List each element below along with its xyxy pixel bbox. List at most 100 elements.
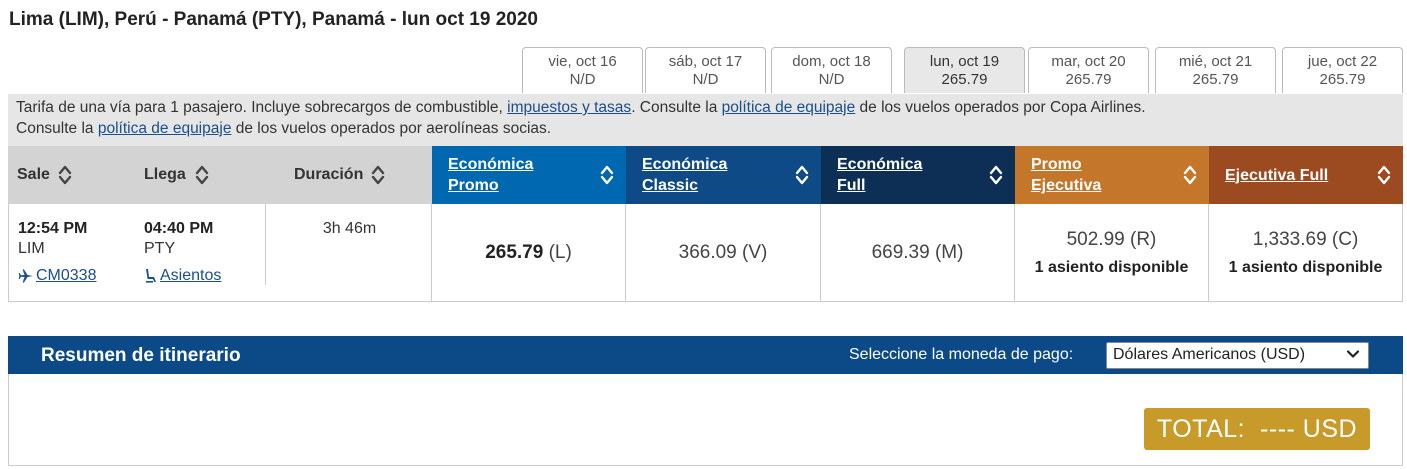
date-tab-day: dom, oct 18 [792,53,871,70]
date-tab-price: 265.79 [1065,71,1112,88]
date-tab-day: jue, oct 22 [1307,53,1378,70]
sale-header-label: Sale [17,166,50,183]
fare-header-economica-promo[interactable]: Económica Promo [432,146,626,204]
seat-icon [144,268,158,284]
arrive-time: 04:40 PM [144,220,214,237]
currency-select[interactable]: Dólares Americanos (USD) [1106,342,1369,369]
sort-icon [1377,163,1391,187]
sort-icon [195,163,209,187]
fare-header-economica-full[interactable]: Económica Full [821,146,1015,204]
fare-note-text: Tarifa de una vía para 1 pasajero. Inclu… [16,99,508,116]
date-tab-price: N/D [692,71,719,88]
fare-note: Tarifa de una vía para 1 pasajero. Inclu… [8,94,1403,146]
fare-note-text: de los vuelos operados por aerolíneas so… [231,120,552,137]
total-box: TOTAL: ---- USD [1144,408,1370,450]
date-tab-price: 265.79 [1192,71,1239,88]
fare-price: 366.09 (V) [678,241,768,263]
fare-class: (L) [543,241,572,263]
date-tab-oct16[interactable]: vie, oct 16 N/D [522,47,643,93]
depart-code: LIM [18,240,45,257]
itinerary-summary-bar: Resumen de itinerario Seleccione la mone… [8,336,1403,374]
date-tab-oct20[interactable]: mar, oct 20 265.79 [1028,47,1149,93]
sort-llega-header[interactable]: Llega [134,146,264,204]
fare-price-line: 265.79 (L) [485,242,572,264]
date-tab-oct21[interactable]: mié, oct 21 265.79 [1155,47,1276,93]
fare-price: 502.99 (R) [1066,228,1157,250]
seats-link-label[interactable]: Asientos [160,267,221,285]
date-tab-oct18[interactable]: dom, oct 18 N/D [771,47,892,93]
fare-header-label[interactable]: Económica Classic [642,154,727,196]
date-tab-price: N/D [818,71,845,88]
fare-header-economica-classic[interactable]: Económica Classic [626,146,821,204]
fare-header-line: Promo [1031,156,1082,173]
sort-icon [795,163,809,187]
total-label: TOTAL: [1156,414,1246,443]
fare-option-economica-promo[interactable]: 265.79 (L) [432,204,626,302]
seat-availability: 1 asiento disponible [1034,258,1189,276]
date-tab-day: mié, oct 21 [1178,53,1253,70]
fare-price: 265.79 [485,241,544,263]
taxes-link[interactable]: impuestos y tasas [507,99,631,116]
fare-option-economica-classic[interactable]: 366.09 (V) [626,204,821,302]
route-title: Lima (LIM), Perú - Panamá (PTY), Panamá … [9,9,538,30]
fare-note-text: de los vuelos operados por Copa Airlines… [855,99,1146,116]
sort-icon [371,163,385,187]
fare-option-ejecutiva-full[interactable]: 1,333.69 (C) 1 asiento disponible [1209,204,1403,302]
date-tab-price: 265.79 [1319,71,1366,88]
departure-block: 12:54 PM LIM CM0338 [18,220,96,285]
total-value: ---- USD [1260,414,1358,443]
airplane-icon [18,268,34,284]
flight-duration: 3h 46m [322,220,377,237]
currency-label: Seleccione la moneda de pago: [849,346,1074,363]
itinerary-summary-body: TOTAL: ---- USD [8,374,1403,466]
sort-icon [1183,163,1197,187]
depart-time: 12:54 PM [18,220,88,237]
flight-number-link[interactable]: CM0338 [18,267,96,285]
sort-sale-header[interactable]: Sale [8,146,134,204]
date-tab-oct19-selected[interactable]: lun, oct 19 265.79 [904,47,1025,93]
duracion-header-label: Duración [294,166,364,183]
arrive-code: PTY [144,240,176,257]
date-tab-day: vie, oct 16 [548,53,617,70]
fare-header-promo-ejecutiva[interactable]: Promo Ejecutiva [1015,146,1209,204]
fare-price: 1,333.69 (C) [1252,228,1359,250]
date-tab-day: sáb, oct 17 [668,53,743,70]
fare-header-label[interactable]: Promo Ejecutiva [1031,154,1101,196]
seats-link[interactable]: Asientos [144,267,221,285]
fare-price: 669.39 (M) [871,241,964,263]
partner-baggage-policy-link[interactable]: política de equipaje [98,120,232,137]
sort-duracion-header[interactable]: Duración [264,146,432,204]
fare-header-label[interactable]: Económica Full [837,154,922,196]
copa-baggage-policy-link[interactable]: política de equipaje [722,99,856,116]
duration-cell: 3h 46m [265,204,433,285]
fare-option-promo-ejecutiva[interactable]: 502.99 (R) 1 asiento disponible [1015,204,1209,302]
date-tab-oct17[interactable]: sáb, oct 17 N/D [645,47,766,93]
date-tab-price: 265.79 [941,71,988,88]
arrival-block: 04:40 PM PTY Asientos [144,220,221,285]
seat-availability: 1 asiento disponible [1228,258,1383,276]
fare-header-line: Promo [448,177,499,194]
sort-icon [600,163,614,187]
fare-header-label[interactable]: Económica Promo [448,154,533,196]
fare-header-label[interactable]: Ejecutiva Full [1225,165,1328,186]
fare-header-line: Económica [837,156,923,173]
fare-option-economica-full[interactable]: 669.39 (M) [821,204,1015,302]
flight-info: 12:54 PM LIM CM0338 04:40 PM PTY Asiento… [8,204,432,302]
date-tab-price: N/D [569,71,596,88]
llega-header-label: Llega [144,166,186,183]
fare-header-line: Full [837,177,866,194]
fare-header-line: Económica [448,156,534,173]
sort-icon [989,163,1003,187]
fare-header-line: Económica [642,156,728,173]
fare-note-text: . Consulte la [631,99,722,116]
flight-number[interactable]: CM0338 [36,267,96,285]
date-tab-oct22[interactable]: jue, oct 22 265.79 [1282,47,1403,93]
sort-icon [58,163,72,187]
chevron-down-icon [1346,347,1360,366]
fare-note-text: Consulte la [16,120,98,137]
summary-title: Resumen de itinerario [41,345,241,366]
date-tab-day: mar, oct 20 [1051,53,1126,70]
fare-header-line: Classic [642,177,699,194]
fare-header-ejecutiva-full[interactable]: Ejecutiva Full [1209,146,1403,204]
fare-header-line: Ejecutiva [1031,177,1102,194]
